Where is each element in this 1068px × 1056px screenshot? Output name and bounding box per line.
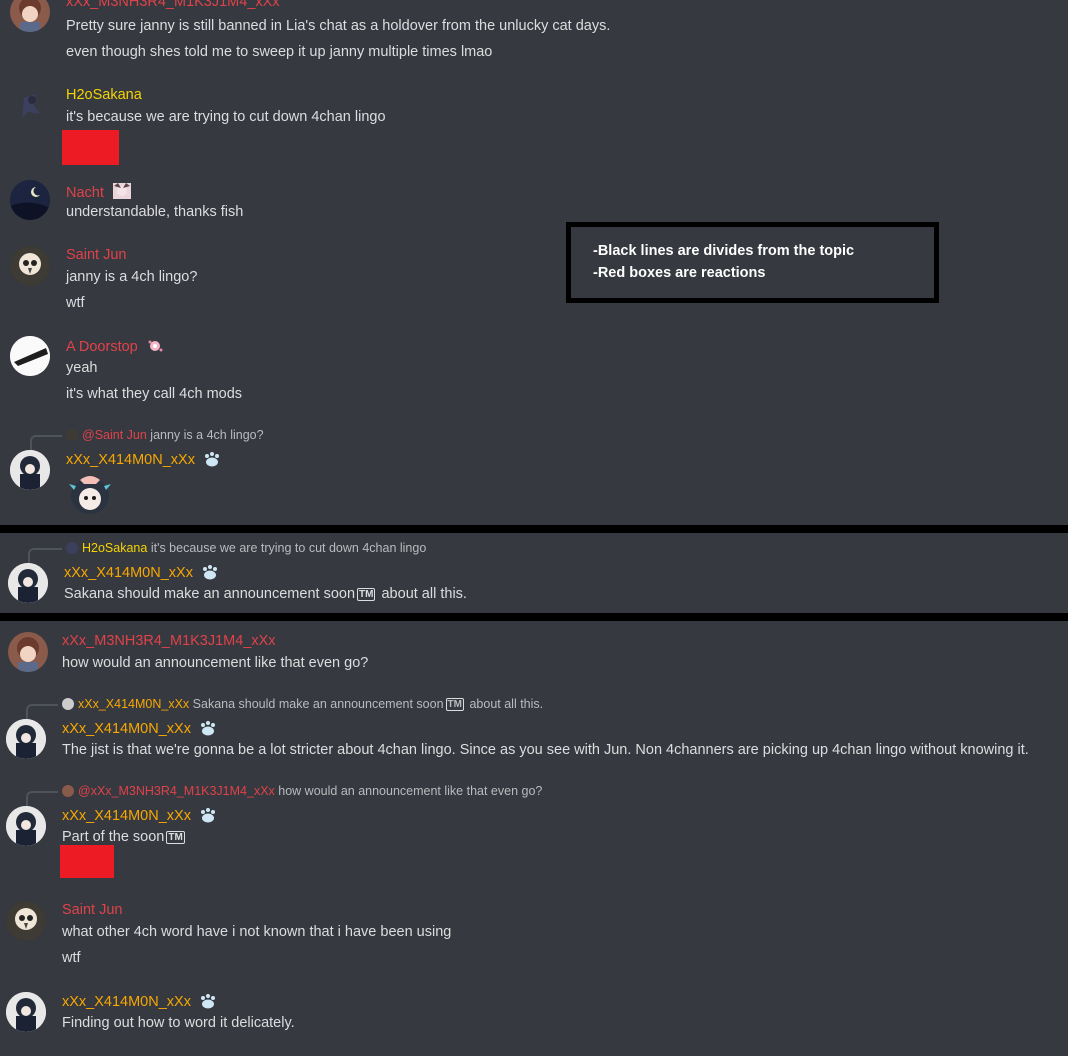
reply-preview[interactable]: H2oSakana it's because we are trying to … <box>66 541 426 555</box>
paw-badge-icon <box>199 807 217 827</box>
reply-text[interactable]: how would an announcement like that even… <box>278 784 542 798</box>
tm-symbol: TM <box>357 588 376 601</box>
annotation-note-body: -Black lines are divides from the topic … <box>571 227 934 298</box>
author-name-text[interactable]: A Doorstop <box>66 339 138 355</box>
author-name[interactable]: xXx_X414M0N_xXx <box>64 564 219 584</box>
author-name[interactable]: xXx_X414M0N_xXx <box>62 720 217 740</box>
reply-text[interactable]: janny is a 4ch lingo? <box>150 428 263 442</box>
message-text: janny is a 4ch lingo? <box>66 269 198 285</box>
reply-text[interactable]: it's because we are trying to cut down 4… <box>151 541 426 555</box>
anime-emote-icon[interactable] <box>66 470 114 518</box>
note-line: -Black lines are divides from the topic <box>593 243 855 259</box>
avatar-a-doorstop[interactable] <box>10 336 50 376</box>
reply-connector <box>26 791 58 807</box>
message-text: Sakana should make an announcement soon T… <box>64 586 467 602</box>
author-name[interactable]: xXx_M3NH3R4_M1K3J1M4_xXx <box>62 633 276 649</box>
reply-text[interactable]: Sakana should make an announcement soon T… <box>193 697 543 711</box>
reply-author[interactable]: H2oSakana <box>82 541 147 555</box>
message-text: it's what they call 4ch mods <box>66 386 243 402</box>
reply-author[interactable]: @xXx_M3NH3R4_M1K3J1M4_xXx <box>78 784 275 798</box>
author-name[interactable]: Nacht <box>66 182 132 204</box>
avatar-x414m0n[interactable] <box>8 563 48 603</box>
reply-text-part: Sakana should make an announcement soon <box>192 697 444 711</box>
flower-badge-icon <box>146 338 164 358</box>
message-text: wtf <box>66 295 85 311</box>
note-line: -Red boxes are reactions <box>593 265 766 281</box>
annotation-note: -Black lines are divides from the topic … <box>566 222 939 303</box>
message-text: understandable, thanks fish <box>66 204 244 220</box>
reaction-marker[interactable] <box>60 845 114 878</box>
author-name[interactable]: A Doorstop <box>66 338 164 358</box>
author-name-text[interactable]: xXx_X414M0N_xXx <box>64 565 193 581</box>
author-name[interactable]: xXx_M3NH3R4_M1K3J1M4_xXx <box>66 0 280 10</box>
author-name-text[interactable]: xXx_X414M0N_xXx <box>62 808 191 824</box>
avatar-saint-jun[interactable] <box>6 901 46 941</box>
message-text: even though shes told me to sweep it up … <box>66 44 493 60</box>
message-text-part: Sakana should make an announcement soon <box>64 586 356 602</box>
reply-avatar <box>66 542 78 554</box>
tm-symbol: TM <box>445 698 464 711</box>
reply-preview[interactable]: @xXx_M3NH3R4_M1K3J1M4_xXx how would an a… <box>62 784 542 798</box>
author-name-text[interactable]: xXx_X414M0N_xXx <box>62 994 191 1010</box>
topic-divider <box>0 613 1068 621</box>
avatar-x414m0n[interactable] <box>10 450 50 490</box>
reply-preview[interactable]: @Saint Jun janny is a 4ch lingo? <box>66 428 264 442</box>
message-text: The jist is that we're gonna be a lot st… <box>62 742 1029 758</box>
paw-badge-icon <box>203 451 221 471</box>
author-name[interactable]: Saint Jun <box>66 247 126 263</box>
message-text-part: Part of the soon <box>62 829 165 845</box>
avatar-x414m0n[interactable] <box>6 992 46 1032</box>
reply-avatar <box>62 698 74 710</box>
author-name-text[interactable]: xXx_X414M0N_xXx <box>66 452 195 468</box>
reply-connector <box>30 435 62 451</box>
reply-preview[interactable]: xXx_X414M0N_xXx Sakana should make an an… <box>62 697 543 711</box>
paw-badge-icon <box>199 720 217 740</box>
reply-author[interactable]: xXx_X414M0N_xXx <box>78 697 189 711</box>
topic-divider <box>0 525 1068 533</box>
author-name[interactable]: xXx_X414M0N_xXx <box>66 451 221 471</box>
avatar-saint-jun[interactable] <box>10 246 50 286</box>
message-text: yeah <box>66 360 98 376</box>
reply-text-part: about all this. <box>465 697 544 711</box>
reply-connector <box>26 704 58 720</box>
tm-symbol: TM <box>166 831 185 844</box>
paw-badge-icon <box>199 993 217 1013</box>
avatar-x414m0n[interactable] <box>6 806 46 846</box>
message-text: Part of the soon TM <box>62 829 187 845</box>
reaction-marker[interactable] <box>62 130 119 165</box>
message-text: it's because we are trying to cut down 4… <box>66 109 386 125</box>
author-name-text[interactable]: xXx_X414M0N_xXx <box>62 721 191 737</box>
message-text-part: about all this. <box>377 586 467 602</box>
author-name[interactable]: Saint Jun <box>62 902 122 918</box>
avatar-nacht[interactable] <box>10 180 50 220</box>
author-name[interactable]: xXx_X414M0N_xXx <box>62 807 217 827</box>
message-text: Finding out how to word it delicately. <box>62 1015 295 1031</box>
author-name[interactable]: H2oSakana <box>66 87 142 103</box>
author-name[interactable]: xXx_X414M0N_xXx <box>62 993 217 1013</box>
avatar-menhera[interactable] <box>8 632 48 672</box>
anime-emote-icon <box>112 182 132 204</box>
message-text: wtf <box>62 950 81 966</box>
message-text: what other 4ch word have i not known tha… <box>62 924 452 940</box>
avatar-h2osakana[interactable] <box>10 86 50 126</box>
reply-avatar <box>66 429 78 441</box>
reply-connector <box>28 548 62 564</box>
reply-avatar <box>62 785 74 797</box>
author-name-text[interactable]: Nacht <box>66 185 104 201</box>
reply-author[interactable]: @Saint Jun <box>82 428 147 442</box>
message-text: how would an announcement like that even… <box>62 655 369 671</box>
avatar-x414m0n[interactable] <box>6 719 46 759</box>
paw-badge-icon <box>201 564 219 584</box>
avatar-menhera[interactable] <box>10 0 50 32</box>
message-text: Pretty sure janny is still banned in Lia… <box>66 18 611 34</box>
